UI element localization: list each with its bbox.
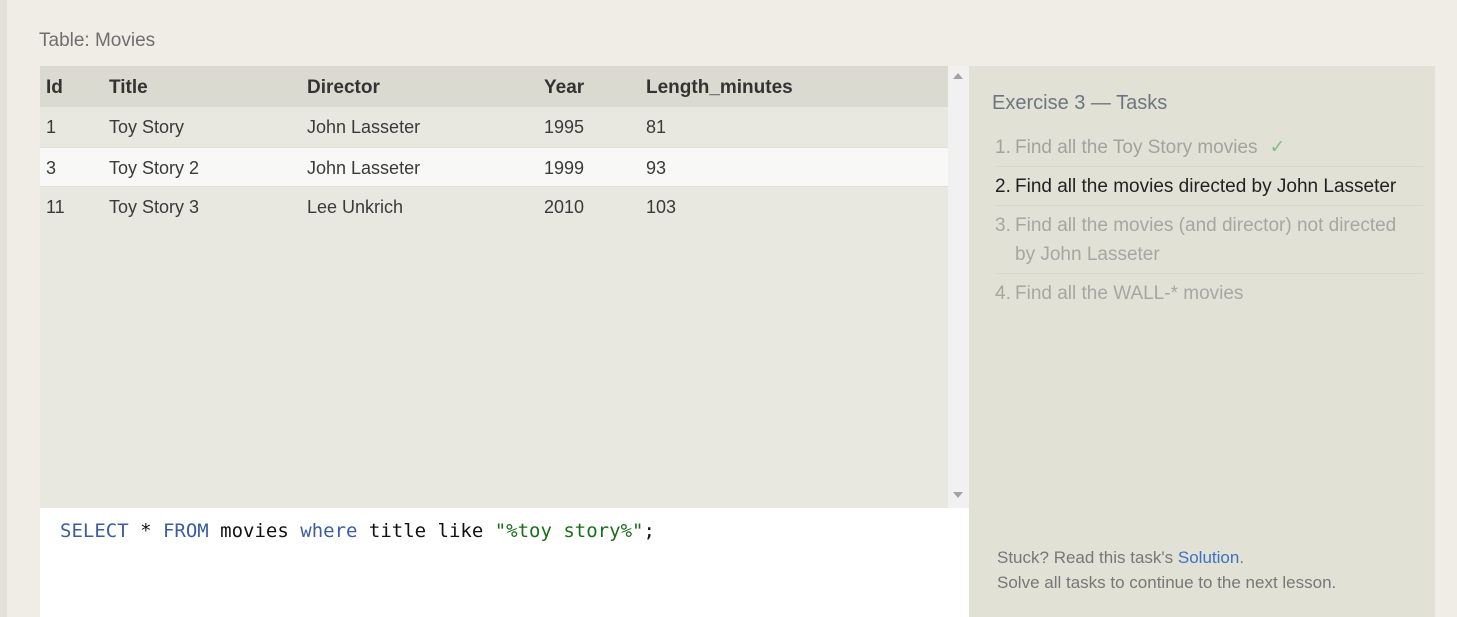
cell-id: 11 xyxy=(46,197,65,217)
sql-keyword-from: FROM xyxy=(162,520,209,542)
task-text-wrap: Find all the Toy Story movies ✓ xyxy=(1015,133,1420,162)
column-header-id: Id xyxy=(46,77,63,98)
column-header-director: Director xyxy=(307,77,380,98)
task-text: Find all the WALL-* movies xyxy=(1015,283,1244,304)
sql-token: movies xyxy=(208,520,301,542)
sql-token: ; xyxy=(643,520,655,542)
cell-length-minutes: 81 xyxy=(646,117,667,137)
table-scrollbar[interactable] xyxy=(948,66,969,508)
sql-token: title like xyxy=(357,520,495,542)
cell-id: 3 xyxy=(46,158,57,178)
sql-query-editor[interactable]: SELECT * FROM movies where title like "%… xyxy=(40,508,969,617)
cell-director: Lee Unkrich xyxy=(307,197,404,217)
table-caption: Table: Movies xyxy=(39,30,156,51)
sql-string-literal: "%toy story%" xyxy=(494,520,644,542)
column-header-year: Year xyxy=(544,77,585,98)
cell-director: John Lasseter xyxy=(307,117,421,137)
task-number: 4. xyxy=(995,283,1011,304)
sql-keyword-where: where xyxy=(300,520,358,542)
task-text: Find all the Toy Story movies xyxy=(1015,137,1258,158)
cell-title: Toy Story xyxy=(109,117,185,137)
solution-link[interactable]: Solution xyxy=(1178,548,1239,567)
task-text: Find all the movies directed by John Las… xyxy=(1015,176,1397,197)
column-header-length-minutes: Length_minutes xyxy=(646,77,793,98)
stuck-suffix: . xyxy=(1239,548,1245,567)
cell-length-minutes: 93 xyxy=(646,158,667,178)
task-number: 2. xyxy=(995,176,1011,197)
tasks-title: Exercise 3 — Tasks xyxy=(992,92,1168,114)
table-header-row: Id Title Director Year Length_minutes xyxy=(40,66,948,107)
scroll-down-arrow-icon[interactable] xyxy=(953,492,963,498)
column-header-title: Title xyxy=(109,77,148,98)
task-number: 1. xyxy=(995,137,1011,158)
sql-query-line[interactable]: SELECT * FROM movies where title like "%… xyxy=(60,520,655,542)
cell-length-minutes: 103 xyxy=(646,197,677,217)
tasks-panel: Exercise 3 — Tasks 1. Find all the Toy S… xyxy=(969,66,1435,617)
stuck-prefix: Stuck? Read this task's xyxy=(997,548,1178,567)
sql-token: * xyxy=(128,520,163,542)
table-row: 3 Toy Story 2 John Lasseter 1999 93 xyxy=(40,147,948,187)
scroll-up-arrow-icon[interactable] xyxy=(953,73,963,79)
task-item: 1. Find all the Toy Story movies ✓ xyxy=(995,133,1423,167)
results-table: Id Title Director Year Length_minutes 1 … xyxy=(40,66,948,508)
table-row: 11 Toy Story 3 Lee Unkrich 2010 103 xyxy=(40,187,948,227)
task-item: 3. Find all the movies (and director) no… xyxy=(995,211,1423,274)
cell-year: 1999 xyxy=(544,158,585,178)
cell-year: 1995 xyxy=(544,117,585,137)
cell-title: Toy Story 2 xyxy=(109,158,200,178)
checkmark-icon: ✓ xyxy=(1269,137,1286,158)
cell-year: 2010 xyxy=(544,197,585,217)
page-left-edge xyxy=(0,0,7,617)
table-row: 1 Toy Story John Lasseter 1995 81 xyxy=(40,107,948,147)
continue-hint: Solve all tasks to continue to the next … xyxy=(997,573,1337,592)
task-item: 4. Find all the WALL-* movies xyxy=(995,279,1423,312)
stuck-hint: Stuck? Read this task's Solution. xyxy=(997,548,1244,568)
task-text: Find all the movies (and director) not d… xyxy=(1015,215,1397,265)
cell-id: 1 xyxy=(46,117,57,137)
cell-title: Toy Story 3 xyxy=(109,197,200,217)
sql-keyword-select: SELECT xyxy=(60,520,129,542)
task-item: 2. Find all the movies directed by John … xyxy=(995,172,1423,206)
cell-director: John Lasseter xyxy=(307,158,421,178)
task-number: 3. xyxy=(995,215,1011,236)
